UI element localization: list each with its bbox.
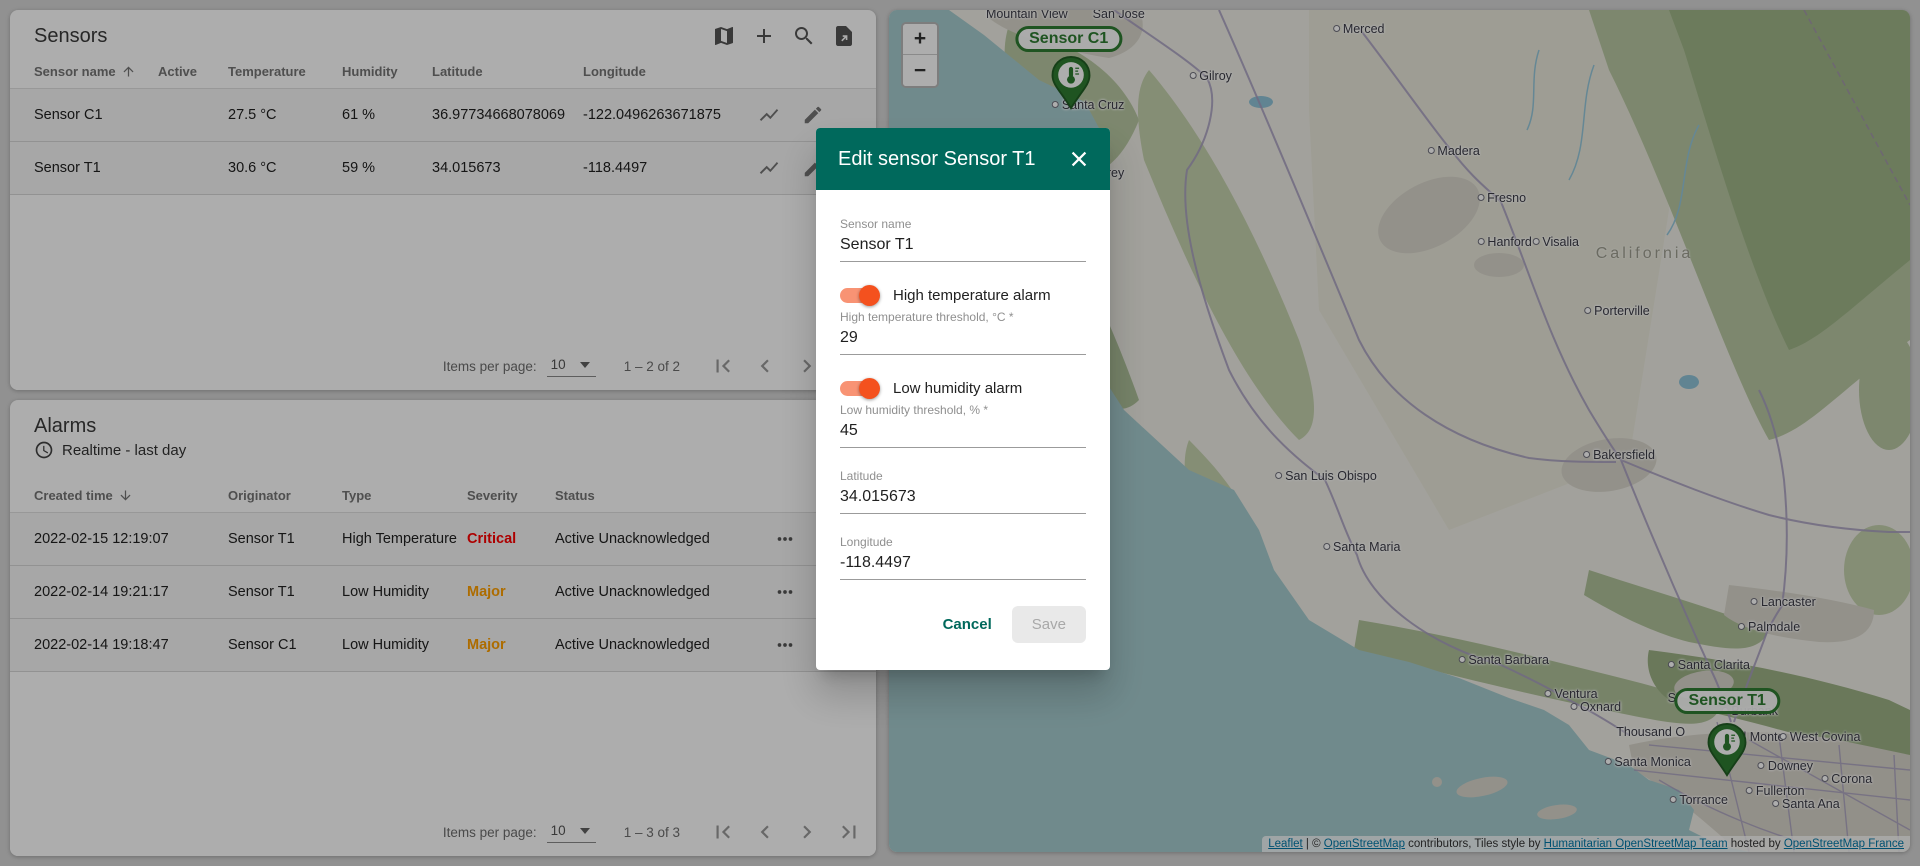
cancel-button[interactable]: Cancel	[931, 607, 1004, 642]
high-temp-alarm-label: High temperature alarm	[893, 287, 1051, 304]
sensor-name-input[interactable]: Sensor T1	[840, 236, 1086, 262]
high-temp-alarm-toggle[interactable]	[840, 288, 878, 303]
low-humidity-threshold-input[interactable]: 45	[840, 422, 1086, 448]
close-icon[interactable]	[1068, 148, 1090, 170]
longitude-input[interactable]: -118.4497	[840, 554, 1086, 580]
low-humidity-alarm-label: Low humidity alarm	[893, 380, 1022, 397]
low-humidity-threshold-label: Low humidity threshold, % *	[840, 403, 1086, 417]
longitude-field: Longitude -118.4497	[840, 535, 1086, 580]
sensor-name-label: Sensor name	[840, 217, 1086, 231]
latitude-field: Latitude 34.015673	[840, 469, 1086, 514]
edit-sensor-dialog: Edit sensor Sensor T1 Sensor name Sensor…	[816, 128, 1110, 670]
longitude-label: Longitude	[840, 535, 1086, 549]
high-temp-threshold-label: High temperature threshold, °C *	[840, 310, 1086, 324]
low-humidity-alarm-toggle[interactable]	[840, 381, 878, 396]
dialog-header: Edit sensor Sensor T1	[816, 128, 1110, 190]
low-humidity-threshold-field: Low humidity threshold, % * 45	[840, 403, 1086, 448]
dialog-title: Edit sensor Sensor T1	[838, 148, 1036, 171]
latitude-label: Latitude	[840, 469, 1086, 483]
sensor-name-field: Sensor name Sensor T1	[840, 217, 1086, 262]
high-temp-threshold-field: High temperature threshold, °C * 29	[840, 310, 1086, 355]
high-temp-threshold-input[interactable]: 29	[840, 329, 1086, 355]
latitude-input[interactable]: 34.015673	[840, 488, 1086, 514]
save-button[interactable]: Save	[1012, 606, 1086, 643]
